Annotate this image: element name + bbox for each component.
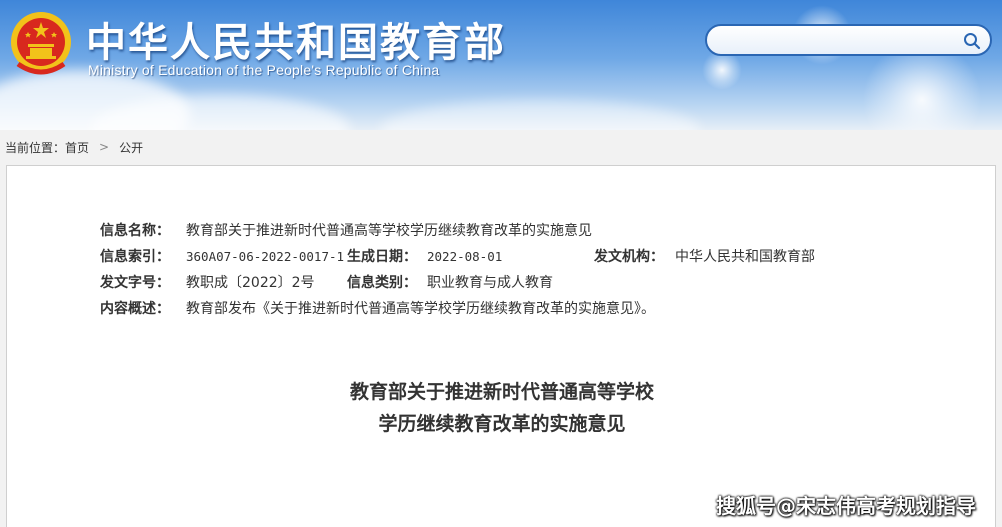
dandelion-decoration [702, 50, 742, 90]
info-row-summary: 内容概述： 教育部发布《关于推进新时代普通高等学校学历继续教育改革的实施意见》。 [100, 296, 900, 322]
document-title-line: 学历继续教育改革的实施意见 [378, 413, 626, 435]
info-label-index: 信息索引： [100, 249, 170, 265]
info-row-name: 信息名称： 教育部关于推进新时代普通高等学校学历继续教育改革的实施意见 [100, 218, 900, 244]
info-row-number: 发文字号： 教职成〔2022〕2号 信息类别： 职业教育与成人教育 [100, 270, 900, 296]
content-panel: 信息名称： 教育部关于推进新时代普通高等学校学历继续教育改革的实施意见 信息索引… [6, 165, 996, 527]
info-value-issuer: 中华人民共和国教育部 [675, 249, 815, 265]
watermark: 搜狐号@宋志伟高考规划指导 [716, 494, 976, 518]
info-value-summary: 教育部发布《关于推进新时代普通高等学校学历继续教育改革的实施意见》。 [186, 301, 655, 317]
info-value-number: 教职成〔2022〕2号 [186, 275, 315, 291]
document-title-line: 教育部关于推进新时代普通高等学校 [349, 381, 654, 403]
info-label-summary: 内容概述： [100, 301, 170, 317]
search-icon[interactable] [962, 31, 982, 51]
info-label-category: 信息类别： [347, 275, 417, 291]
info-label-date: 生成日期： [347, 249, 417, 265]
info-value-name: 教育部关于推进新时代普通高等学校学历继续教育改革的实施意见 [186, 223, 592, 239]
breadcrumb: 当前位置： 首页 > 公开 [5, 139, 143, 155]
search-input[interactable] [719, 30, 959, 50]
breadcrumb-item-public[interactable]: 公开 [119, 139, 143, 156]
breadcrumb-prefix: 当前位置： [5, 140, 66, 155]
info-label-name: 信息名称： [100, 223, 170, 239]
site-header: 中华人民共和国教育部 Ministry of Education of the … [0, 0, 1002, 130]
header-cloud [380, 100, 700, 130]
chevron-right-icon: > [99, 140, 110, 154]
info-value-date: 2022-08-01 [427, 249, 503, 264]
document-info-table: 信息名称： 教育部关于推进新时代普通高等学校学历继续教育改革的实施意见 信息索引… [100, 218, 900, 322]
site-subtitle-english: Ministry of Education of the People's Re… [88, 62, 440, 78]
info-label-issuer: 发文机构： [594, 249, 664, 265]
document-title: 教育部关于推进新时代普通高等学校 学历继续教育改革的实施意见 [7, 376, 997, 440]
site-title[interactable]: 中华人民共和国教育部 [86, 10, 506, 68]
info-value-index: 360A07-06-2022-0017-1 [186, 249, 345, 264]
breadcrumb-item-home[interactable]: 首页 [65, 139, 89, 156]
info-value-category: 职业教育与成人教育 [427, 275, 553, 291]
info-label-number: 发文字号： [100, 275, 170, 291]
national-emblem-icon[interactable] [8, 8, 74, 78]
info-row-index: 信息索引： 360A07-06-2022-0017-1 生成日期： 2022-0… [100, 244, 900, 270]
search-box [705, 24, 992, 56]
